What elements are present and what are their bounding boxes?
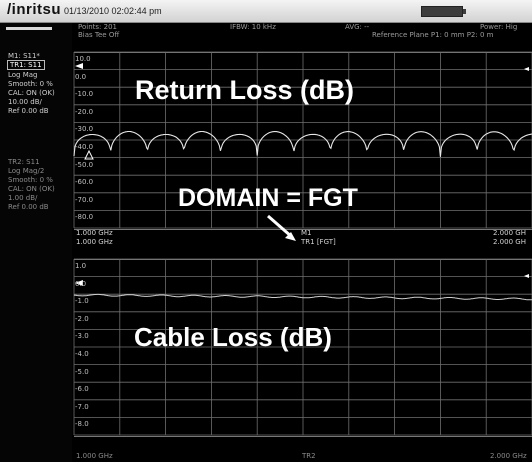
return-loss-y-tick-label: 0.0 (75, 72, 87, 81)
return-loss-callout: Return Loss (dB) (135, 75, 354, 105)
return-loss-y-tick-label: -30.0 (75, 125, 94, 134)
cable-loss-y-tick-label: 1.0 (75, 262, 87, 270)
callout-arrow-line (267, 214, 293, 239)
cable-loss-y-tick-label: -1.0 (75, 297, 89, 306)
g1-stop-freq-2: 2.000 GH (493, 238, 526, 246)
return-loss-y-tick-label: -20.0 (75, 107, 94, 116)
cable-loss-y-tick-label: -8.0 (75, 420, 89, 429)
return-loss-y-tick-label: -80.0 (75, 213, 94, 222)
g1-start-freq-2: 1.000 GHz (76, 238, 113, 246)
cable-loss-y-tick-label: -4.0 (75, 350, 89, 358)
cable-loss-y-tick-label: -6.0 (75, 385, 89, 394)
return-loss-y-tick-label: -60.0 (75, 178, 94, 187)
cable-loss-y-tick-label: -3.0 (75, 332, 89, 341)
g2-stop-freq: 2.000 GHz (490, 452, 527, 460)
right-marker-icon-2 (524, 274, 529, 278)
return-loss-y-tick-label: -10.0 (75, 90, 94, 99)
g1-start-freq: 1.000 GHz (76, 229, 113, 237)
g1-marker-label: M1 (301, 229, 312, 237)
cable-loss-y-tick-label: 0.0 (75, 279, 87, 288)
cable-loss-callout: Cable Loss (dB) (134, 322, 332, 352)
domain-callout: DOMAIN = FGT (178, 184, 358, 212)
g1-stop-freq: 2.000 GH (493, 229, 526, 237)
ref-marker-icon (75, 63, 83, 69)
cable-loss-y-tick-label: -2.0 (75, 314, 89, 323)
cable-loss-y-tick-label: -7.0 (75, 402, 89, 411)
g2-start-freq: 1.000 GHz (76, 452, 113, 460)
return-loss-y-tick-label: -50.0 (75, 160, 94, 169)
return-loss-y-tick-label: -70.0 (75, 195, 94, 204)
cable-loss-y-tick-label: -5.0 (75, 367, 89, 376)
return-loss-y-tick-label: 10.0 (75, 55, 91, 63)
return-loss-y-tick-label: -40.0 (75, 143, 94, 151)
g1-trace-label: TR1 [FGT] (301, 238, 336, 246)
right-marker-icon (524, 67, 529, 71)
g2-trace-label: TR2 (302, 452, 316, 460)
